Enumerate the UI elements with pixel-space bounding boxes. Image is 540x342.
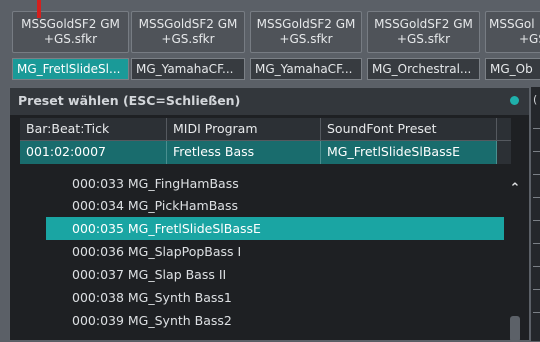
selection-grid: Bar:Beat:Tick MIDI Program SoundFont Pre… [20,118,511,165]
cell-midi-program: Fretless Bass [167,141,321,164]
scroll-up-icon[interactable]: ⌃ [508,182,522,195]
soundfont-tab-line1: MSSGoldSF2 GM [138,17,238,31]
list-item-selected[interactable]: 000:035 MG_FretlSlideSlBassE [46,217,504,240]
soundfont-tab-line1: MSSGoldSF2 GM [374,17,473,31]
list-item[interactable]: 000:037 MG_Slap Bass II [46,263,504,286]
cell-soundfont-preset: MG_FretlSlideSlBassE [321,141,497,164]
soundfont-tab-line1: MSSGol [489,17,535,31]
preset-tab-5[interactable]: MG_Ob [485,58,540,80]
ruler-tick [533,312,540,313]
preset-dialog: Preset wählen (ESC=Schließen) Bar:Beat:T… [9,87,530,342]
soundfont-tab-line1: MSSGoldSF2 GM [256,17,356,31]
scrollbar-thumb[interactable] [510,316,520,342]
preset-tab-row: MG_FretlSlideSl... MG_YamahaCF... MG_Yam… [0,58,540,80]
dialog-header: Preset wählen (ESC=Schließen) [10,88,529,115]
right-panel-label: ( [533,93,538,106]
soundfont-tab-line2: +GS.sfkr [396,32,451,46]
soundfont-tab-3[interactable]: MSSGoldSF2 GM +GS.sfkr [250,11,362,53]
ruler-tick [533,266,540,267]
list-item[interactable]: 000:033 MG_FingHamBass [46,178,504,195]
soundfont-tab-5[interactable]: MSSGol +GS [485,11,540,53]
soundfont-tab-1[interactable]: MSSGoldSF2 GM +GS.sfkr [12,11,129,53]
soundfont-tab-line2: +GS.sfkr [279,32,333,46]
right-side-panel [531,87,540,341]
ruler-tick [533,128,540,129]
soundfont-tab-2[interactable]: MSSGoldSF2 GM +GS.sfkr [131,11,245,53]
list-item[interactable]: 000:036 MG_SlapPopBass I [46,240,504,263]
column-header-position[interactable]: Bar:Beat:Tick [20,118,167,140]
soundfont-tab-line2: +GS.sfkr [161,32,215,46]
column-header-filler [497,118,511,140]
preset-tab-4[interactable]: MG_Orchestral... [367,58,480,80]
app-window: MSSGoldSF2 GM +GS.sfkr MSSGoldSF2 GM +GS… [0,0,540,342]
preset-list[interactable]: 000:033 MG_FingHamBass 000:034 MG_PickHa… [46,178,514,342]
cell-filler [497,141,511,164]
column-header-soundfont-preset[interactable]: SoundFont Preset [321,118,497,140]
preset-tab-3[interactable]: MG_YamahaCF... [250,58,362,80]
status-dot-icon [510,96,519,105]
ruler-tick [533,289,540,290]
ruler-tick [533,197,540,198]
soundfont-tab-4[interactable]: MSSGoldSF2 GM +GS.sfkr [367,11,480,53]
table-row[interactable]: 001:02:0007 Fretless Bass MG_FretlSlideS… [20,141,511,164]
playhead-marker [37,0,41,18]
cell-position: 001:02:0007 [20,141,167,164]
soundfont-tab-line1: MSSGoldSF2 GM [21,17,120,31]
preset-tab-1[interactable]: MG_FretlSlideSl... [12,58,129,80]
ruler-tick [533,151,540,152]
list-item[interactable]: 000:038 MG_Synth Bass1 [46,286,504,309]
grid-header: Bar:Beat:Tick MIDI Program SoundFont Pre… [20,118,511,141]
preset-tab-2[interactable]: MG_YamahaCF... [131,58,245,80]
ruler-tick [533,220,540,221]
dialog-title: Preset wählen (ESC=Schließen) [18,93,241,108]
soundfont-tab-line2: +GS [519,32,540,46]
soundfont-tab-line2: +GS.sfkr [43,32,98,46]
ruler-tick [533,243,540,244]
column-header-midi-program[interactable]: MIDI Program [167,118,321,140]
ruler-tick [533,174,540,175]
list-item[interactable]: 000:039 MG_Synth Bass2 [46,309,504,332]
list-item[interactable]: 000:034 MG_PickHamBass [46,194,504,217]
